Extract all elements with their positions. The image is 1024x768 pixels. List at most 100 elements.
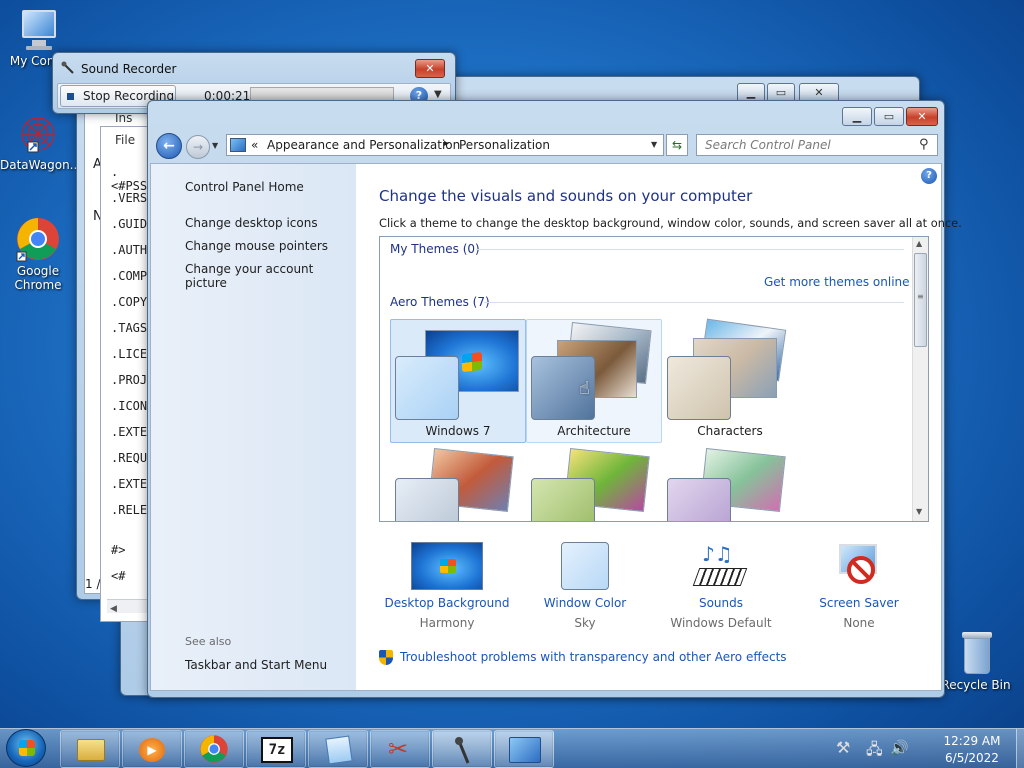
desktop-icon-google-chrome[interactable]: Google Chrome (0, 216, 76, 292)
theme-color-tile (395, 478, 459, 521)
chevron-down-icon[interactable]: ▼ (434, 89, 442, 100)
volume-icon[interactable]: 🔊 (890, 739, 909, 757)
control-panel-icon (509, 737, 541, 763)
breadcrumb-separator[interactable]: ▸ (444, 138, 449, 149)
taskbar-sound-recorder[interactable] (432, 730, 492, 768)
breadcrumb-appearance[interactable]: Appearance and Personalization (267, 138, 460, 152)
chrome-icon (15, 216, 61, 262)
help-icon[interactable]: ? (921, 168, 937, 184)
taskbar-chrome[interactable] (184, 730, 244, 768)
theme-windows-7[interactable]: Windows 7 (390, 319, 526, 443)
windows-logo-icon (19, 740, 35, 756)
theme-label: Architecture (557, 424, 631, 438)
sounds-link[interactable]: Sounds (651, 596, 791, 610)
taskbar-start-menu-link[interactable]: Taskbar and Start Menu (185, 658, 327, 672)
desktop-icon-datawagon[interactable]: DataWagon... (0, 112, 82, 172)
control-panel-icon (230, 138, 246, 152)
start-button[interactable] (6, 729, 46, 767)
window-color-link[interactable]: Window Color (515, 596, 655, 610)
desktop-background-link[interactable]: Desktop Background (377, 596, 517, 610)
theme-list-scrollbar[interactable]: ▲ ≡ ▼ (912, 237, 928, 521)
close-icon: ✕ (425, 62, 435, 75)
stop-icon (67, 93, 74, 100)
theme-scenes[interactable] (662, 447, 798, 521)
desktop-icon-label: DataWagon... (0, 158, 82, 172)
code-line: .ICON (111, 399, 148, 413)
sound-recorder-title: Sound Recorder (81, 62, 177, 76)
code-line: .REQU (111, 451, 148, 465)
taskbar-7zip[interactable]: 7z (246, 730, 306, 768)
divider (476, 249, 904, 250)
code-line: .EXTE (111, 425, 148, 439)
control-panel-window[interactable]: ▁ ▭ ✕ ← → ▼ « Appearance and Personaliza… (147, 100, 962, 698)
taskbar-notepad[interactable] (308, 730, 368, 768)
my-themes-header: My Themes (0) (390, 242, 480, 256)
control-panel-home-link[interactable]: Control Panel Home (185, 180, 304, 194)
address-bar[interactable]: « Appearance and Personalization ▸ Perso… (226, 134, 664, 156)
screen-saver-link[interactable]: Screen Saver (789, 596, 929, 610)
theme-color-tile (667, 356, 731, 420)
change-mouse-pointers-link[interactable]: Change mouse pointers (185, 239, 328, 253)
maximize-button[interactable]: ▭ (874, 107, 904, 126)
screen-saver-setting[interactable]: Screen Saver None (789, 542, 929, 630)
grip-icon: ≡ (917, 292, 924, 301)
close-button[interactable]: ✕ (906, 107, 938, 126)
scroll-up-icon[interactable]: ▲ (916, 239, 922, 248)
refresh-button[interactable]: ⇆ (666, 134, 688, 156)
theme-landscapes[interactable] (390, 447, 526, 521)
media-player-icon: ▶ (139, 738, 165, 762)
page-subtitle: Click a theme to change the desktop back… (379, 216, 962, 230)
troubleshoot-link[interactable]: Troubleshoot problems with transparency … (400, 650, 787, 664)
close-button[interactable]: ✕ (415, 59, 445, 78)
minimize-button[interactable]: ▁ (842, 107, 872, 126)
windows-logo-icon (440, 559, 456, 573)
search-input[interactable]: Search Control Panel (705, 138, 831, 152)
shield-icon (379, 650, 393, 665)
sounds-setting[interactable]: ♪♫ Sounds Windows Default (651, 542, 791, 630)
desktop-background-value: Harmony (419, 616, 475, 630)
desktop-icon-recycle-bin[interactable]: Recycle Bin (938, 630, 1014, 692)
close-icon: ✕ (917, 110, 927, 123)
theme-nature[interactable] (526, 447, 662, 521)
address-dropdown-icon[interactable]: ▼ (651, 140, 657, 149)
breadcrumb-personalization[interactable]: Personalization (459, 138, 550, 152)
show-desktop-button[interactable] (1016, 729, 1024, 768)
scissors-icon: ✂ (388, 735, 409, 763)
breadcrumb-prefix[interactable]: « (251, 138, 258, 152)
back-button[interactable]: ← (156, 133, 182, 159)
editor-menu-file[interactable]: File (115, 133, 135, 147)
tray-tool-icon[interactable]: ⚒ (836, 738, 850, 757)
minimize-icon: ▁ (746, 86, 756, 99)
left-nav-pane: Control Panel Home Change desktop icons … (151, 164, 356, 690)
scroll-down-icon[interactable]: ▼ (916, 507, 922, 516)
theme-list[interactable]: My Themes (0) Get more themes online Aer… (379, 236, 929, 522)
desktop-background-setting[interactable]: Desktop Background Harmony (377, 542, 517, 630)
sound-recorder-mic-icon (61, 61, 75, 75)
search-icon: ⚲ (919, 137, 929, 152)
code-line: .RELE (111, 503, 148, 517)
horizontal-scrollbar[interactable]: ◀ (107, 599, 147, 614)
theme-architecture[interactable]: ☝ Architecture (526, 319, 662, 443)
screen-saver-icon (835, 542, 883, 590)
clock[interactable]: 12:29 AM 6/5/2022 (930, 733, 1014, 767)
search-box[interactable]: Search Control Panel ⚲ (696, 134, 938, 156)
maximize-icon: ▭ (775, 86, 787, 99)
editor-code-pane[interactable]: File .<#PSS .VERS .GUID .AUTH .COMP .COP… (100, 126, 150, 622)
recent-pages-dropdown[interactable]: ▼ (212, 141, 218, 150)
screen-saver-value: None (843, 616, 875, 630)
minimize-icon: ▁ (852, 110, 862, 123)
theme-characters[interactable]: Characters (662, 318, 798, 443)
taskbar-explorer[interactable] (60, 730, 120, 768)
forward-button[interactable]: → (186, 135, 210, 159)
taskbar-control-panel[interactable] (494, 730, 554, 768)
scroll-thumb[interactable]: ≡ (914, 253, 927, 347)
window-color-setting[interactable]: Window Color Sky (515, 542, 655, 630)
network-icon[interactable]: 🖧 (866, 739, 883, 764)
taskbar-snipping-tool[interactable]: ✂ (370, 730, 430, 768)
get-more-themes-link[interactable]: Get more themes online (764, 275, 910, 289)
code-line: .EXTE (111, 477, 148, 491)
taskbar-media-player[interactable]: ▶ (122, 730, 182, 768)
code-line: .GUID (111, 217, 148, 231)
change-desktop-icons-link[interactable]: Change desktop icons (185, 216, 318, 230)
change-account-picture-link[interactable]: Change your account picture (185, 262, 356, 290)
